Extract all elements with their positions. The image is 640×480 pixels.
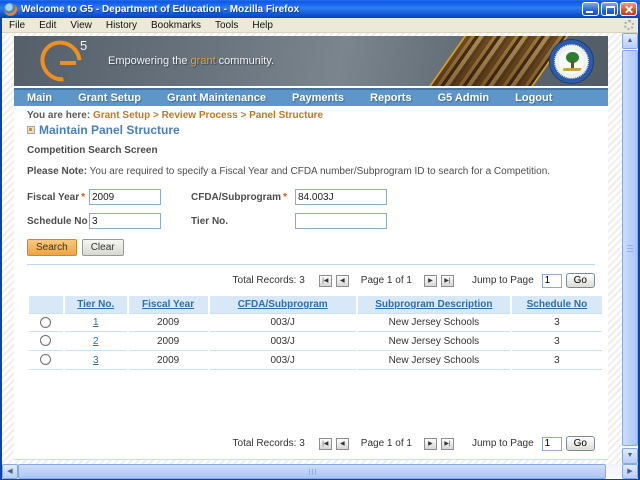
cfda-subprogram-label: CFDA/Subprogram * (191, 191, 287, 203)
nav-reports[interactable]: Reports (357, 92, 425, 104)
nav-grant-maintenance[interactable]: Grant Maintenance (154, 92, 279, 104)
jump-to-page-label: Jump to Page (471, 438, 534, 449)
scroll-down-icon[interactable]: ▼ (622, 448, 638, 464)
firefox-icon (4, 2, 17, 16)
schedule-no-label: Schedule No (27, 215, 88, 227)
menu-tools[interactable]: Tools (208, 18, 245, 32)
horizontal-scrollbar-thumb[interactable] (18, 464, 606, 479)
jump-to-page-label: Jump to Page (471, 275, 534, 286)
row-radio[interactable] (40, 354, 52, 366)
pagination-top: Total Records: 3 |◀ ◀ Page 1 of 1 ▶ ▶| J… (27, 273, 595, 288)
col-tier-no[interactable]: Tier No. (64, 296, 127, 313)
total-records: Total Records: 3 (232, 438, 305, 449)
g5-logo: 5 (14, 36, 92, 86)
menu-help[interactable]: Help (245, 18, 280, 32)
menu-history[interactable]: History (99, 18, 144, 32)
page-content: 5 Empowering the grant community. Main G… (14, 36, 608, 460)
scroll-up-icon[interactable]: ▲ (622, 33, 638, 49)
tier-link[interactable]: 2 (93, 336, 99, 347)
minimize-button[interactable] (582, 2, 599, 16)
scroll-left-icon[interactable]: ◀ (2, 464, 18, 479)
menu-view[interactable]: View (63, 18, 99, 32)
nav-g5-admin[interactable]: G5 Admin (425, 92, 503, 104)
nav-grant-setup[interactable]: Grant Setup (65, 92, 154, 104)
col-schedule-no[interactable]: Schedule No (511, 296, 602, 313)
col-cfda-subprogram[interactable]: CFDA/Subprogram (209, 296, 356, 313)
section-title: Competition Search Screen (27, 145, 158, 156)
results-table: Tier No. Fiscal Year CFDA/Subprogram Sub… (27, 296, 604, 370)
main-navbar: Main Grant Setup Grant Maintenance Payme… (14, 88, 608, 106)
pagination-bottom: Total Records: 3 |◀ ◀ Page 1 of 1 ▶ ▶| J… (27, 436, 595, 451)
tier-no-label: Tier No. (191, 215, 229, 227)
table-row: 3 2009 003/J New Jersey Schools 3 (29, 351, 602, 370)
competition-search-form: Fiscal Year* CFDA/Subprogram* Schedule N… (27, 189, 597, 229)
fiscal-year-label: Fiscal Year * (27, 191, 85, 203)
prev-page-button[interactable]: ◀ (335, 274, 349, 287)
col-fiscal-year[interactable]: Fiscal Year (128, 296, 208, 313)
schedule-no-input[interactable] (89, 213, 161, 229)
please-note: Please Note: You are required to specify… (27, 166, 551, 177)
table-header-row: Tier No. Fiscal Year CFDA/Subprogram Sub… (29, 296, 602, 313)
last-page-button[interactable]: ▶| (440, 437, 454, 450)
browser-viewport: 5 Empowering the grant community. Main G… (2, 33, 622, 464)
jump-to-page-input[interactable] (541, 436, 562, 451)
prev-page-button[interactable]: ◀ (335, 437, 349, 450)
row-radio[interactable] (40, 335, 52, 347)
go-button[interactable]: Go (565, 273, 595, 288)
total-records: Total Records: 3 (232, 275, 305, 286)
nav-main[interactable]: Main (14, 92, 65, 104)
close-button[interactable] (620, 2, 637, 16)
vertical-scrollbar[interactable]: ▲ ▼ (622, 33, 638, 464)
last-page-button[interactable]: ▶| (440, 274, 454, 287)
banner-tagline: Empowering the grant community. (108, 55, 275, 67)
next-page-button[interactable]: ▶ (423, 437, 437, 450)
vertical-scrollbar-thumb[interactable] (622, 50, 638, 446)
breadcrumb-path[interactable]: Grant Setup > Review Process > Panel Str… (93, 110, 323, 121)
row-radio[interactable] (40, 316, 52, 328)
horizontal-scrollbar[interactable]: ◀ ▶ (2, 464, 638, 479)
search-button[interactable]: Search (27, 239, 77, 256)
jump-to-page-input[interactable] (541, 273, 562, 288)
first-page-button[interactable]: |◀ (318, 274, 332, 287)
g5-logo-five: 5 (80, 38, 88, 53)
menu-file[interactable]: File (2, 18, 32, 32)
cfda-subprogram-input[interactable] (295, 189, 387, 205)
tier-no-input[interactable] (295, 213, 387, 229)
window-title: Welcome to G5 - Department of Education … (21, 3, 300, 15)
page-title: Maintain Panel Structure (39, 123, 180, 137)
g5-banner: 5 Empowering the grant community. (14, 36, 608, 86)
clear-button[interactable]: Clear (81, 239, 124, 256)
table-row: 1 2009 003/J New Jersey Schools 3 (29, 313, 602, 332)
fiscal-year-input[interactable] (89, 189, 161, 205)
page-indicator: Page 1 of 1 (360, 275, 412, 286)
next-page-button[interactable]: ▶ (423, 274, 437, 287)
table-row: 2 2009 003/J New Jersey Schools 3 (29, 332, 602, 351)
menu-bookmarks[interactable]: Bookmarks (144, 18, 208, 32)
col-subprogram-description[interactable]: Subprogram Description (357, 296, 510, 313)
window-titlebar: Welcome to G5 - Department of Education … (0, 0, 640, 18)
throbber-icon (624, 20, 634, 30)
tier-link[interactable]: 3 (93, 355, 99, 366)
nav-logout[interactable]: Logout (502, 92, 565, 104)
menu-edit[interactable]: Edit (32, 18, 63, 32)
menu-bar: File Edit View History Bookmarks Tools H… (2, 18, 638, 33)
go-button[interactable]: Go (565, 436, 595, 451)
page-title-icon (27, 126, 35, 134)
divider (27, 264, 595, 265)
first-page-button[interactable]: |◀ (318, 437, 332, 450)
page-indicator: Page 1 of 1 (360, 438, 412, 449)
nav-payments[interactable]: Payments (279, 92, 357, 104)
breadcrumb: You are here: Grant Setup > Review Proce… (27, 110, 324, 121)
tier-link[interactable]: 1 (93, 317, 99, 328)
restore-button[interactable] (601, 2, 618, 16)
radio-column-header (29, 296, 63, 313)
scroll-right-icon[interactable]: ▶ (622, 464, 638, 479)
